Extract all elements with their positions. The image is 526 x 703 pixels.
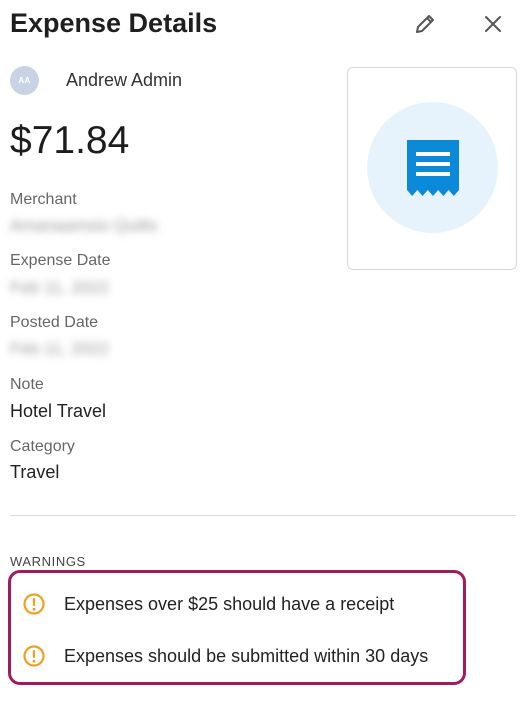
panel-header: Expense Details [10, 6, 516, 42]
note-label: Note [10, 376, 44, 393]
receipt-card[interactable] [347, 67, 517, 270]
edit-button[interactable] [411, 10, 439, 38]
warning-text: Expenses over $25 should have a receipt [64, 593, 395, 614]
warning-icon [23, 593, 45, 615]
user-name: Andrew Admin [66, 69, 183, 90]
merchant-value: Amanaamsio Quilts [10, 216, 158, 235]
receipt-icon [406, 139, 459, 196]
warning-item: Expenses over $25 should have a receipt [23, 593, 394, 615]
posted-date-value: Feb 11, 2022 [10, 339, 109, 358]
warning-icon [23, 645, 45, 667]
close-icon [485, 16, 501, 32]
pencil-icon [416, 15, 434, 33]
expense-amount: $71.84 [10, 119, 130, 162]
expense-date-label: Expense Date [10, 252, 111, 269]
category-label: Category [10, 438, 75, 455]
warnings-box: Expenses over $25 should have a receipt … [8, 570, 466, 685]
note-value: Hotel Travel [10, 401, 107, 421]
posted-date-label: Posted Date [10, 314, 99, 331]
submitter: AA Andrew Admin [10, 64, 182, 96]
category-value: Travel [10, 462, 60, 482]
avatar: AA [10, 65, 39, 95]
expense-date-value: Feb 11, 2022 [10, 278, 109, 297]
divider [10, 515, 516, 516]
receipt-placeholder [367, 102, 498, 233]
panel-title: Expense Details [10, 8, 218, 38]
warning-item: Expenses should be submitted within 30 d… [23, 645, 428, 667]
close-button[interactable] [479, 10, 507, 38]
merchant-label: Merchant [10, 191, 77, 208]
warnings-heading: WARNINGS [10, 554, 86, 569]
warning-text: Expenses should be submitted within 30 d… [64, 645, 429, 666]
